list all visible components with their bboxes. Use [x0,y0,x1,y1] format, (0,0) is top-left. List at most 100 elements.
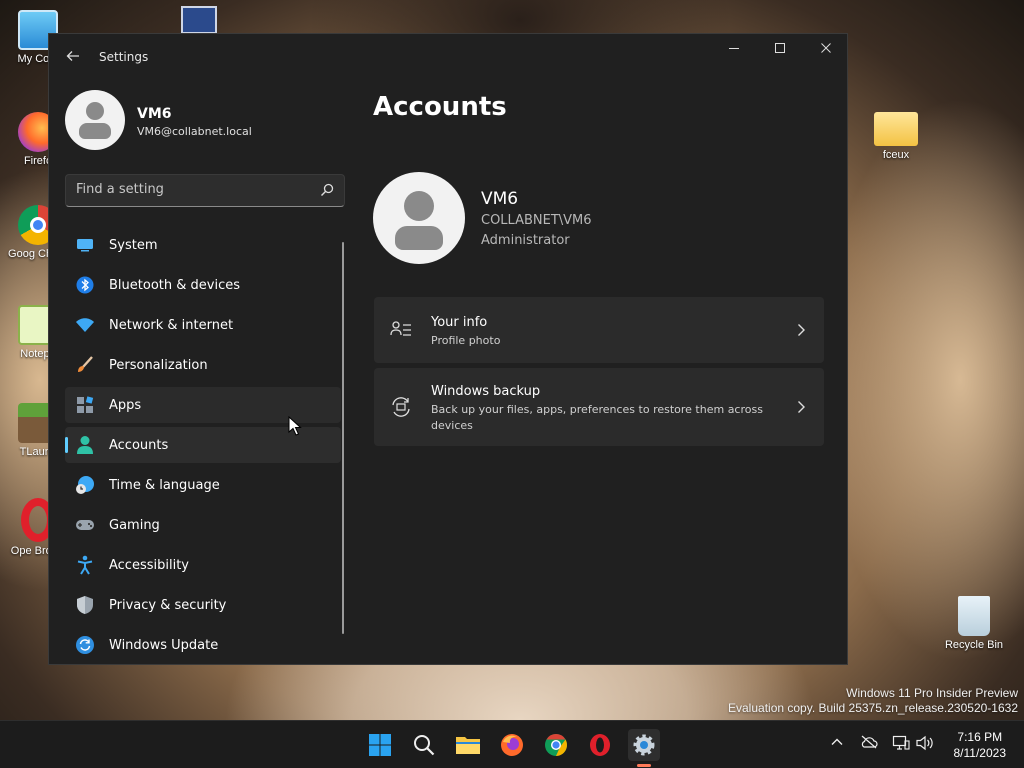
account-domain: COLLABNET\VM6 [481,213,592,228]
shield-icon [75,595,95,615]
card-title: Your info [431,315,488,330]
chevron-up-icon [831,738,843,745]
gear-icon [633,734,655,756]
globe-clock-icon [75,475,95,495]
windows-backup-card[interactable]: Windows backup Back up your files, apps,… [374,368,824,446]
profile-email: VM6@collabnet.local [137,125,252,138]
mouse-cursor-icon [288,416,302,436]
sidebar-item-bluetooth[interactable]: Bluetooth & devices [65,267,341,303]
card-subtitle: Back up your files, apps, preferences to… [431,403,763,432]
sidebar-item-label: System [109,237,158,253]
sidebar-item-privacy-security[interactable]: Privacy & security [65,587,341,623]
close-button[interactable] [803,34,847,66]
clock-date: 8/11/2023 [953,746,1007,760]
sidebar-item-label: Bluetooth & devices [109,277,240,293]
taskbar-firefox[interactable] [496,729,528,761]
app-window-icon [181,6,217,34]
sidebar-item-label: Personalization [109,357,208,373]
sidebar-item-windows-update[interactable]: Windows Update [65,627,341,663]
sidebar-item-label: Privacy & security [109,597,227,613]
windows-logo-icon [369,734,391,756]
sidebar-item-label: Gaming [109,517,160,533]
folder-icon [874,112,918,146]
cloud-offline-icon [861,735,878,749]
onedrive-tray-button[interactable] [859,735,879,755]
controller-icon [75,515,95,535]
brush-icon [75,355,95,375]
chevron-right-icon [798,401,805,413]
desktop-icon-label: fceux [882,149,910,161]
close-icon [821,43,831,53]
watermark-line: Windows 11 Pro Insider Preview [846,686,1018,700]
profile-avatar[interactable] [65,90,125,150]
profile-name: VM6 [137,106,172,122]
sidebar-item-label: Network & internet [109,317,234,333]
sidebar-item-time-language[interactable]: Time & language [65,467,341,503]
sidebar-item-label: Windows Update [109,637,219,653]
chevron-right-icon [798,324,805,336]
minimize-icon [729,48,739,49]
desktop-icon-recycle-bin[interactable]: Recycle Bin [938,596,1010,652]
os-watermark: Windows 11 Pro Insider Preview Evaluatio… [728,686,1018,716]
taskbar: 7:16 PM 8/11/2023 [0,720,1024,768]
card-title: Windows backup [431,384,541,399]
speaker-icon [916,735,933,751]
sidebar-scrollbar[interactable] [342,242,344,634]
person-details-icon [390,321,411,336]
account-role: Administrator [481,233,570,248]
account-name: VM6 [481,189,519,209]
search-icon[interactable] [320,183,334,197]
person-icon [75,435,95,455]
watermark-line: Evaluation copy. Build 25375.zn_release.… [728,701,1018,715]
maximize-button[interactable] [757,34,803,66]
volume-tray-button[interactable] [915,735,935,755]
apps-icon [75,395,95,415]
back-arrow-icon [66,51,79,61]
network-wired-icon [892,735,910,750]
chrome-icon [545,734,567,756]
search-box[interactable] [65,174,345,207]
taskbar-clock[interactable]: 7:16 PM 8/11/2023 [954,729,1007,761]
taskbar-search-button[interactable] [408,729,440,761]
sidebar-item-network[interactable]: Network & internet [65,307,341,343]
maximize-icon [775,43,785,53]
network-tray-button[interactable] [891,735,911,755]
start-button[interactable] [364,729,396,761]
sidebar-item-gaming[interactable]: Gaming [65,507,341,543]
card-subtitle: Profile photo [431,334,501,347]
accessibility-icon [75,555,95,575]
firefox-icon [501,734,523,756]
sidebar-nav: System Bluetooth & devices Network & int… [65,227,341,664]
minimize-button[interactable] [711,34,757,66]
taskbar-settings[interactable] [628,729,660,761]
back-button[interactable] [61,46,85,70]
account-avatar[interactable] [373,172,465,264]
window-title: Settings [99,50,149,64]
search-icon [414,735,435,756]
sidebar-item-system[interactable]: System [65,227,341,263]
recycle-bin-icon [958,596,990,636]
taskbar-file-explorer[interactable] [452,729,484,761]
show-hidden-icons-button[interactable] [827,735,847,755]
desktop-icon-label: Recycle Bin [944,639,1004,651]
taskbar-opera[interactable] [584,729,616,761]
clock-time: 7:16 PM [957,730,1003,744]
taskbar-chrome[interactable] [540,729,572,761]
bluetooth-icon [75,275,95,295]
system-icon [75,235,95,255]
opera-icon [590,734,610,756]
folder-icon [456,737,480,754]
your-info-card[interactable]: Your info Profile photo [374,297,824,363]
search-input[interactable] [76,182,306,197]
sidebar-item-label: Accessibility [109,557,189,573]
wifi-icon [75,315,95,335]
desktop-icon-fceux[interactable]: fceux [860,108,932,162]
sidebar-item-accessibility[interactable]: Accessibility [65,547,341,583]
title-bar[interactable]: Settings [49,34,847,82]
page-title: Accounts [373,92,507,122]
sidebar-item-personalization[interactable]: Personalization [65,347,341,383]
active-app-indicator [637,764,651,767]
settings-window: Settings VM6 VM6@collabnet.local System … [48,33,848,665]
backup-icon [392,397,410,417]
sidebar-item-label: Apps [109,397,142,413]
